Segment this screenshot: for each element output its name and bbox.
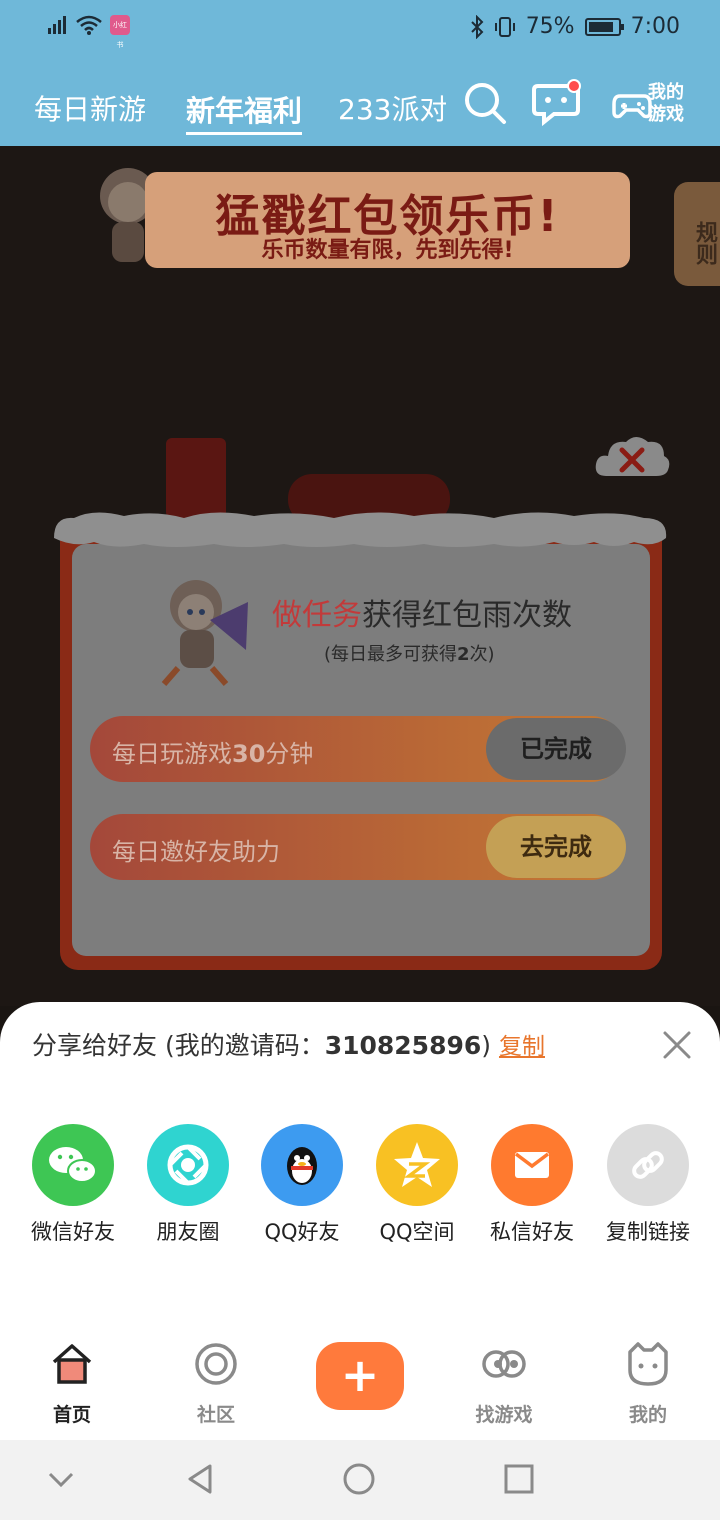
tab-label: 首页 <box>52 1404 91 1426</box>
system-navigation-bar <box>0 1440 720 1520</box>
task-modal: 做任务获得红包雨次数 (每日最多可获得2次) 每日玩游戏30分钟 已完成 每日邀… <box>54 512 667 970</box>
close-modal-button[interactable] <box>594 430 672 484</box>
status-bar: 小红书 75% 7:00 <box>0 0 720 58</box>
mail-icon <box>514 1152 550 1178</box>
share-copy-link[interactable]: 复制链接 <box>590 1124 706 1246</box>
close-icon[interactable] <box>660 1028 694 1062</box>
tab-community[interactable]: 社区 <box>166 1340 266 1427</box>
battery-percent: 75% <box>525 14 575 39</box>
modal-title-highlight: 做任务 <box>272 598 362 633</box>
task-go-complete-button[interactable]: 去完成 <box>486 816 626 878</box>
wechat-icon <box>49 1147 97 1183</box>
link-icon <box>632 1151 664 1179</box>
search-icon[interactable] <box>462 80 508 126</box>
modal-title-rest: 获得红包雨次数 <box>362 598 572 633</box>
share-label: QQ空间 <box>379 1220 455 1244</box>
banner-subtitle: 乐币数量有限，先到先得! <box>261 238 514 263</box>
tab-new-year-welfare[interactable]: 新年福利 <box>186 88 303 135</box>
my-games-button[interactable]: 我的游戏 <box>612 80 692 130</box>
share-label: 朋友圈 <box>156 1220 220 1244</box>
qzone-icon <box>394 1142 440 1187</box>
invite-code: 310825896 <box>324 1031 482 1060</box>
snow-decoration <box>54 512 667 547</box>
copy-invite-code-link[interactable]: 复制 <box>499 1034 545 1060</box>
tab-daily-new-games[interactable]: 每日新游 <box>34 88 146 128</box>
share-qzone[interactable]: QQ空间 <box>359 1124 475 1246</box>
clock: 7:00 <box>630 14 680 39</box>
wifi-icon <box>76 15 102 35</box>
battery-icon <box>584 17 624 36</box>
tab-find-games[interactable]: 找游戏 <box>454 1340 554 1427</box>
tab-label: 找游戏 <box>475 1404 533 1426</box>
share-moments[interactable]: 朋友圈 <box>130 1124 246 1246</box>
recent-apps-icon[interactable] <box>502 1462 536 1496</box>
profile-icon <box>628 1342 668 1386</box>
share-label: 微信好友 <box>31 1220 115 1244</box>
home-icon <box>52 1344 92 1384</box>
share-label: 私信好友 <box>490 1220 574 1244</box>
task-row-play-games: 每日玩游戏30分钟 已完成 <box>90 716 626 782</box>
home-circle-icon[interactable] <box>342 1462 376 1496</box>
tab-233-party[interactable]: 233派对 <box>338 88 446 128</box>
task-label: 每日玩游戏30分钟 <box>112 740 314 768</box>
back-icon[interactable] <box>184 1462 218 1496</box>
task-label: 每日邀好友助力 <box>112 838 280 866</box>
share-sheet-title: 分享给好友 (我的邀请码：310825896) 复制 <box>32 1031 545 1060</box>
tab-home[interactable]: 首页 <box>22 1340 122 1427</box>
share-qq-friend[interactable]: QQ好友 <box>244 1124 360 1246</box>
my-games-label: 我的游戏 <box>648 82 684 125</box>
rules-button[interactable]: 规则 <box>674 182 720 286</box>
top-navigation: 每日新游 新年福利 233派对 我的游戏 <box>0 70 720 140</box>
find-game-icon <box>482 1350 526 1378</box>
bluetooth-icon <box>470 14 484 39</box>
app-notification-badge: 小红书 <box>110 15 130 49</box>
top-bar: 小红书 75% 7:00 每日新游 新年福利 233派对 我的游戏 <box>0 0 720 146</box>
cellular-signal-icon <box>46 14 68 36</box>
share-label: 复制链接 <box>606 1220 690 1244</box>
modal-daily-limit-note: (每日最多可获得2次) <box>324 644 495 665</box>
bottom-tab-bar: 首页 社区 + 找游戏 我的 <box>0 1330 720 1440</box>
moments-icon <box>167 1144 209 1186</box>
create-post-button[interactable]: + <box>316 1342 404 1410</box>
vibrate-icon <box>494 16 515 37</box>
task-completed-button[interactable]: 已完成 <box>486 718 626 780</box>
chevron-down-icon[interactable] <box>44 1462 78 1496</box>
task-modal-body: 做任务获得红包雨次数 (每日最多可获得2次) 每日玩游戏30分钟 已完成 每日邀… <box>72 544 650 956</box>
tab-label: 我的 <box>628 1404 667 1426</box>
share-wechat-friend[interactable]: 微信好友 <box>15 1124 131 1246</box>
event-banner: 猛戳红包领乐币! 乐币数量有限，先到先得! <box>145 172 630 268</box>
red-packet-decoration <box>166 438 226 518</box>
tab-label: 社区 <box>196 1404 235 1426</box>
gamepad-icon <box>612 94 652 119</box>
qq-icon <box>287 1147 317 1185</box>
share-private-message[interactable]: 私信好友 <box>474 1124 590 1246</box>
share-label: QQ好友 <box>264 1220 340 1244</box>
community-icon <box>195 1343 237 1385</box>
message-icon[interactable] <box>532 76 584 128</box>
task-row-invite-friends: 每日邀好友助力 去完成 <box>90 814 626 880</box>
mascot-megaphone-illustration <box>161 580 248 686</box>
modal-title: 做任务获得红包雨次数 <box>272 590 572 634</box>
tab-profile[interactable]: 我的 <box>598 1340 698 1427</box>
